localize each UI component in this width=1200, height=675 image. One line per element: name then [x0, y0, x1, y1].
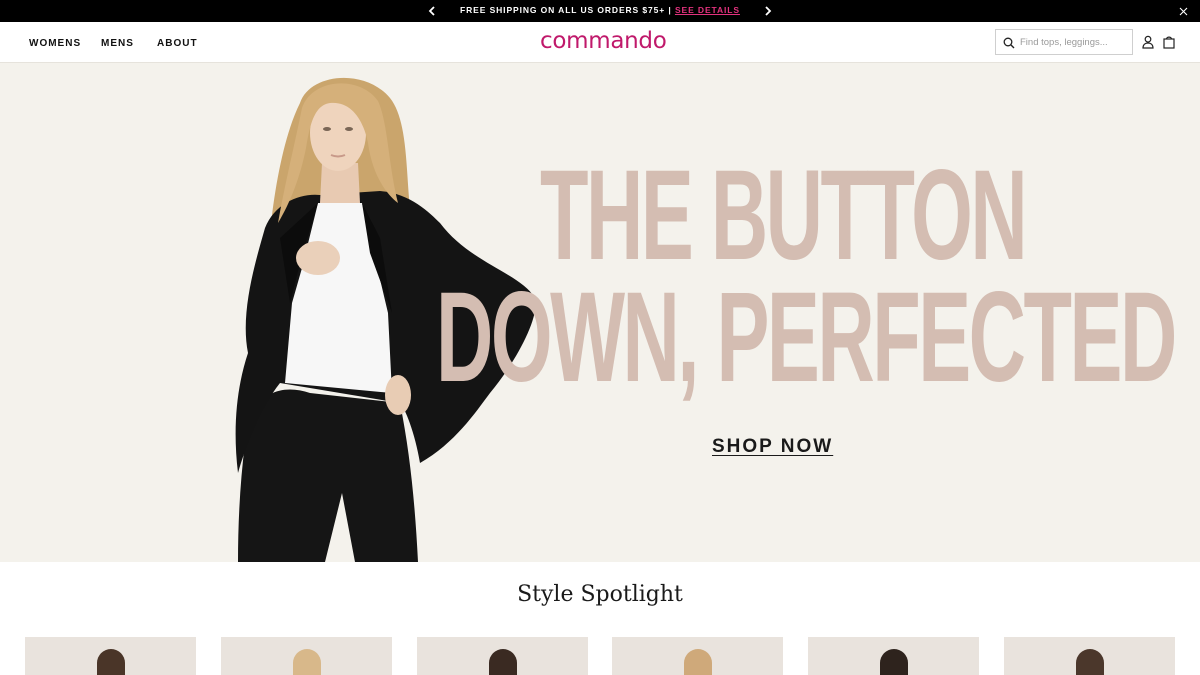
brand-logo[interactable]: commando [540, 28, 667, 54]
spotlight-card[interactable] [417, 637, 588, 675]
site-header: WOMENS MENS ABOUT commando [0, 22, 1200, 63]
promo-message: FREE SHIPPING ON ALL US ORDERS $75+ | SE… [0, 5, 1200, 15]
hero-headline: THE BUTTON DOWN, PERFECTED [436, 144, 1177, 409]
spotlight-title: Style Spotlight [517, 582, 683, 607]
product-image [293, 649, 321, 675]
nav-about[interactable]: ABOUT [157, 38, 198, 49]
see-details-link[interactable]: SEE DETAILS [675, 5, 740, 15]
spotlight-card[interactable] [25, 637, 196, 675]
spotlight-card[interactable] [1004, 637, 1175, 675]
chevron-right-icon[interactable] [760, 3, 776, 19]
product-image [489, 649, 517, 675]
close-icon[interactable] [1176, 4, 1190, 18]
spotlight-card[interactable] [808, 637, 979, 675]
search-input[interactable] [1020, 34, 1128, 51]
cart-icon[interactable] [1162, 35, 1176, 49]
product-image [97, 649, 125, 675]
headline-line-2: DOWN, PERFECTED [436, 265, 1177, 409]
account-icon[interactable] [1141, 35, 1155, 49]
product-image [880, 649, 908, 675]
search-box[interactable] [995, 29, 1133, 55]
announcement-bar: FREE SHIPPING ON ALL US ORDERS $75+ | SE… [0, 0, 1200, 22]
product-image [684, 649, 712, 675]
product-image [1076, 649, 1104, 675]
search-icon[interactable] [1003, 36, 1015, 54]
shop-now-link[interactable]: SHOP NOW [712, 436, 833, 458]
spotlight-card[interactable] [612, 637, 783, 675]
nav-womens[interactable]: WOMENS [29, 38, 81, 49]
promo-text: FREE SHIPPING ON ALL US ORDERS $75+ | [460, 5, 672, 15]
headline-line-1: THE BUTTON [540, 144, 1028, 287]
hero-banner[interactable]: THE BUTTON DOWN, PERFECTED SHOP NOW [0, 63, 1200, 562]
spotlight-card[interactable] [221, 637, 392, 675]
nav-mens[interactable]: MENS [101, 38, 134, 49]
